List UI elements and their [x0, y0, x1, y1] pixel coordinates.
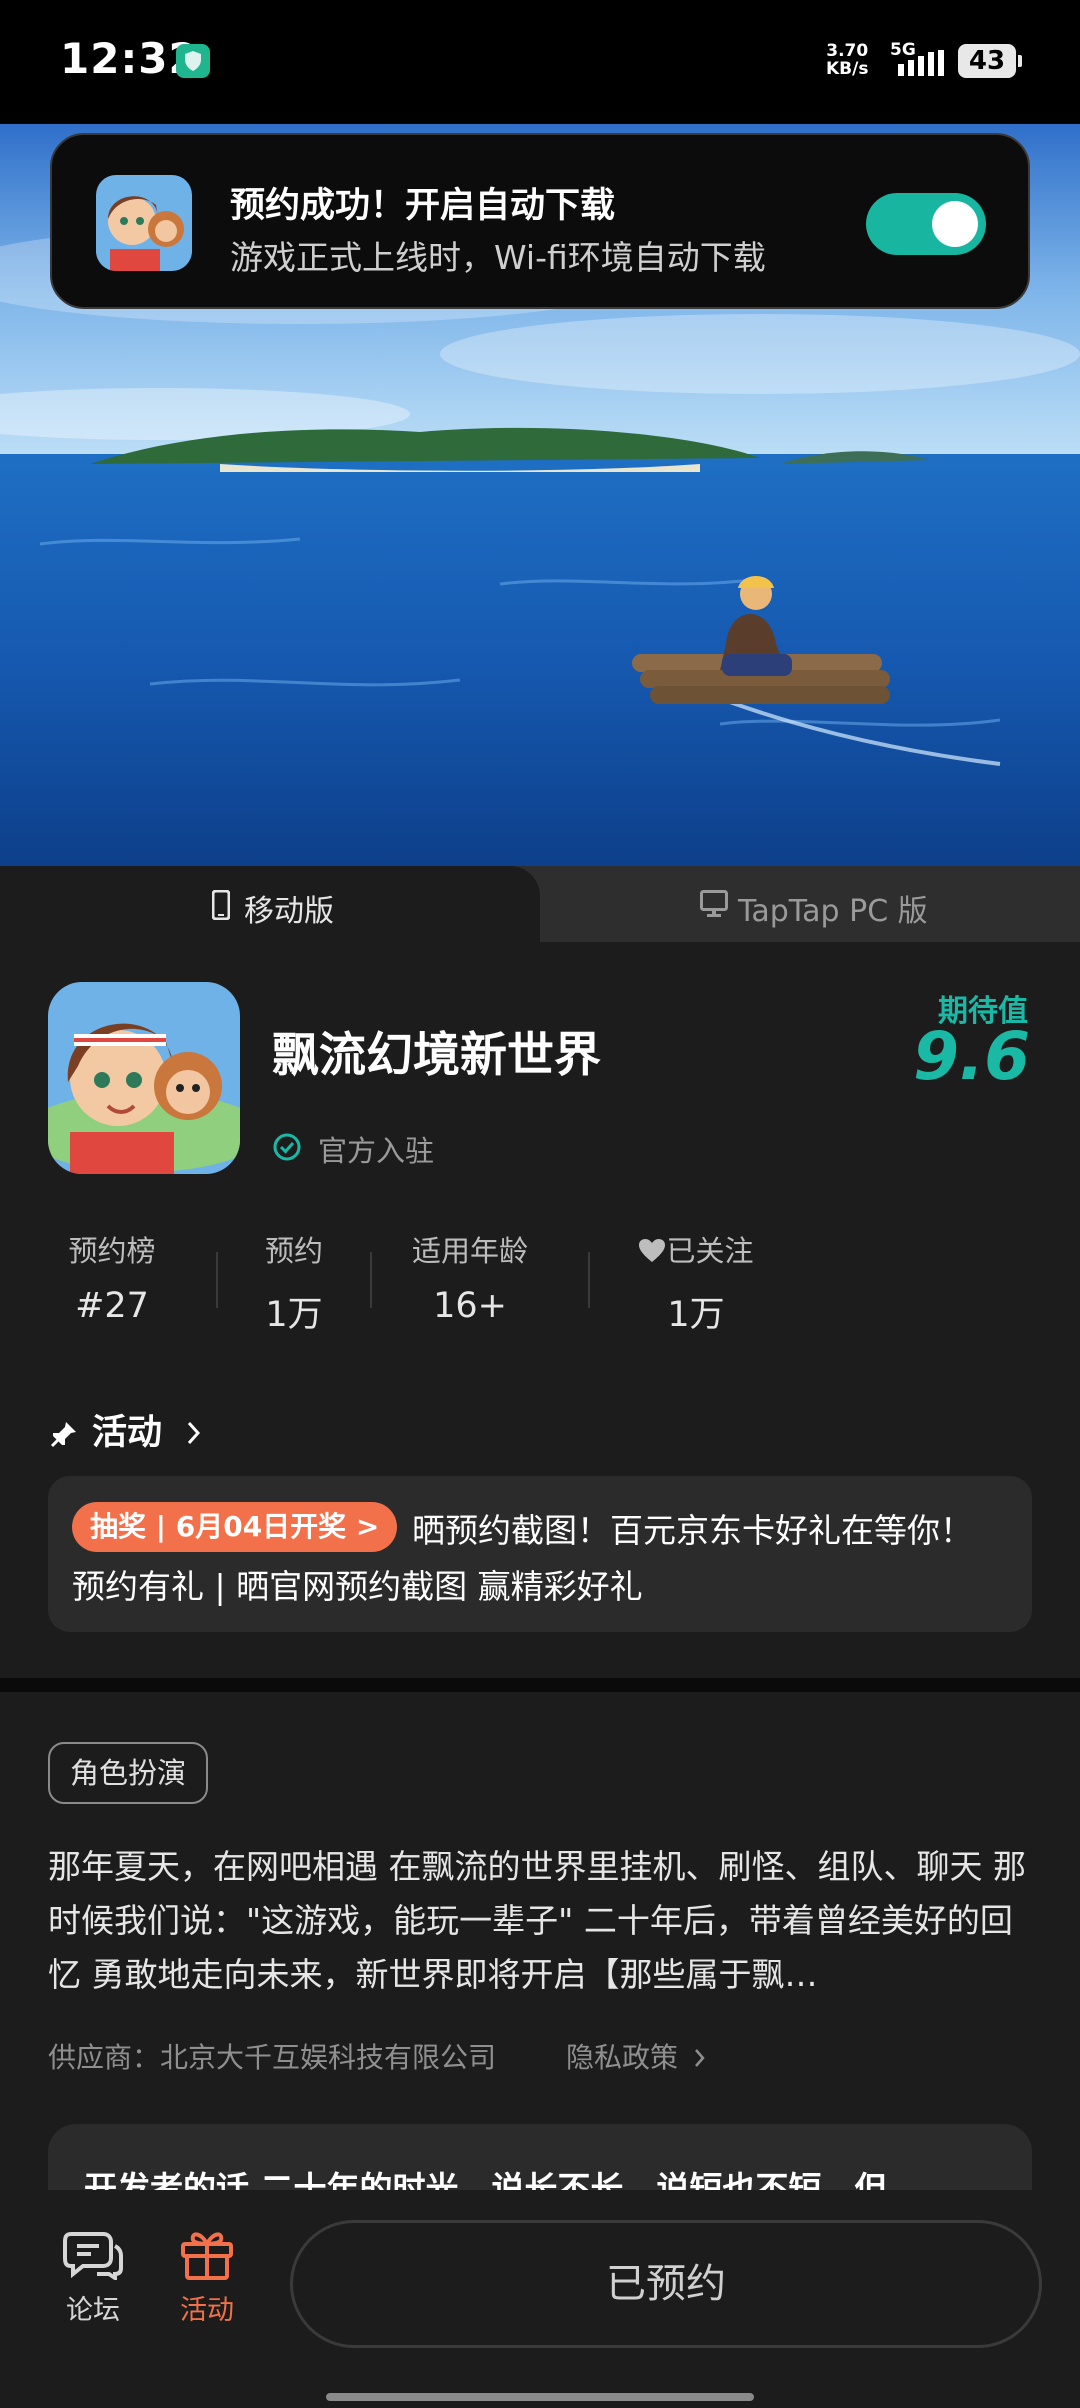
platform-tabs: 移动版 TapTap PC 版	[0, 866, 1080, 942]
nav-activity[interactable]: 活动	[162, 2228, 252, 2327]
game-description[interactable]: 那年夏天，在网吧相遇 在飘流的世界里挂机、刷怪、组队、聊天 那时候我们说："这游…	[48, 1840, 1034, 2002]
activity-section-header[interactable]: 活动	[50, 1404, 204, 1455]
stat-rank-label: 预约榜	[68, 1234, 156, 1268]
stat-reservations: 预约 1万	[248, 1228, 340, 1337]
stat-followers-value: 1万	[667, 1295, 725, 1335]
game-app-icon	[96, 175, 192, 271]
signal-icon	[898, 50, 944, 76]
monitor-icon	[700, 890, 728, 917]
reservation-notification: 预约成功！开启自动下载 游戏正式上线时，Wi-fi环境自动下载	[50, 133, 1030, 309]
activity-line-1: 晒预约截图！百元京东卡好礼在等你！	[412, 1511, 973, 1550]
activity-card[interactable]: 抽奖 | 6月04日开奖 > 晒预约截图！百元京东卡好礼在等你！ 预约有礼 | …	[48, 1476, 1032, 1632]
lottery-badge: 抽奖 | 6月04日开奖 >	[72, 1502, 398, 1552]
activity-line-2: 预约有礼 | 晒官网预约截图 赢精彩好礼	[72, 1567, 643, 1606]
activity-heading: 活动	[92, 1413, 163, 1453]
tab-mobile[interactable]: 移动版	[0, 866, 540, 942]
security-shield-icon	[176, 44, 210, 78]
notification-title: 预约成功！开启自动下载	[230, 186, 616, 226]
stat-age-value: 16+	[433, 1286, 507, 1326]
stat-reservations-value: 1万	[265, 1295, 323, 1335]
reserved-button[interactable]: 已预约	[290, 2220, 1042, 2348]
chevron-right-icon	[188, 1421, 201, 1445]
tab-pc[interactable]: TapTap PC 版	[540, 866, 1080, 942]
game-title: 飘流幻境新世界	[272, 1028, 601, 1083]
phone-icon	[212, 890, 230, 920]
official-badge-label: 官方入驻	[318, 1134, 435, 1168]
network-speed: 3.70 KB/s	[826, 42, 868, 78]
stat-age[interactable]: 适用年龄 16+	[406, 1228, 534, 1326]
notification-subtitle: 游戏正式上线时，Wi-fi环境自动下载	[230, 238, 766, 277]
tab-pc-label: TapTap PC 版	[738, 894, 928, 929]
stat-followers-label: 已关注	[626, 1228, 766, 1270]
toggle-knob	[932, 201, 978, 247]
nav-activity-label: 活动	[180, 2295, 234, 2326]
privacy-policy-link[interactable]: 隐私政策	[566, 2036, 707, 2076]
divider	[588, 1252, 590, 1308]
forum-chat-icon	[63, 2232, 123, 2280]
bottom-action-bar: 论坛 活动 已预约	[0, 2190, 1080, 2408]
heart-icon	[639, 1239, 666, 1262]
nav-forum-label: 论坛	[66, 2295, 120, 2326]
genre-tag[interactable]: 角色扮演	[48, 1742, 209, 1804]
chevron-right-icon	[694, 2049, 705, 2067]
status-bar: 12:32 3.70 KB/s 5G 43	[0, 0, 1080, 124]
stat-age-label: 适用年龄	[411, 1234, 528, 1268]
network-speed-unit: KB/s	[826, 59, 869, 79]
game-icon	[48, 982, 240, 1174]
stat-followers-label-text: 已关注	[666, 1234, 754, 1268]
expectation-score: 9.6	[913, 1018, 1030, 1095]
pin-icon	[50, 1422, 76, 1448]
stat-reservations-label: 预约	[264, 1234, 323, 1268]
network-speed-value: 3.70	[826, 41, 869, 61]
game-stats: 预约榜 #27 预约 1万 适用年龄 16+ 已关注 1万	[48, 1228, 808, 1335]
nav-forum[interactable]: 论坛	[48, 2228, 138, 2327]
home-indicator[interactable]	[326, 2393, 754, 2401]
divider	[370, 1252, 372, 1308]
supplier-info: 供应商：北京大千互娱科技有限公司	[48, 2041, 497, 2074]
stat-rank[interactable]: 预约榜 #27	[48, 1228, 176, 1326]
auto-download-toggle[interactable]	[866, 193, 986, 255]
divider	[216, 1252, 218, 1308]
stat-rank-value: #27	[75, 1286, 149, 1326]
privacy-policy-label: 隐私政策	[566, 2041, 679, 2074]
gift-icon	[181, 2232, 233, 2280]
section-separator	[0, 1678, 1080, 1692]
battery-indicator: 43	[958, 44, 1022, 78]
official-badge: 官方入驻	[272, 1128, 434, 1170]
tab-mobile-label: 移动版	[244, 894, 334, 929]
stat-followers[interactable]: 已关注 1万	[626, 1228, 766, 1337]
